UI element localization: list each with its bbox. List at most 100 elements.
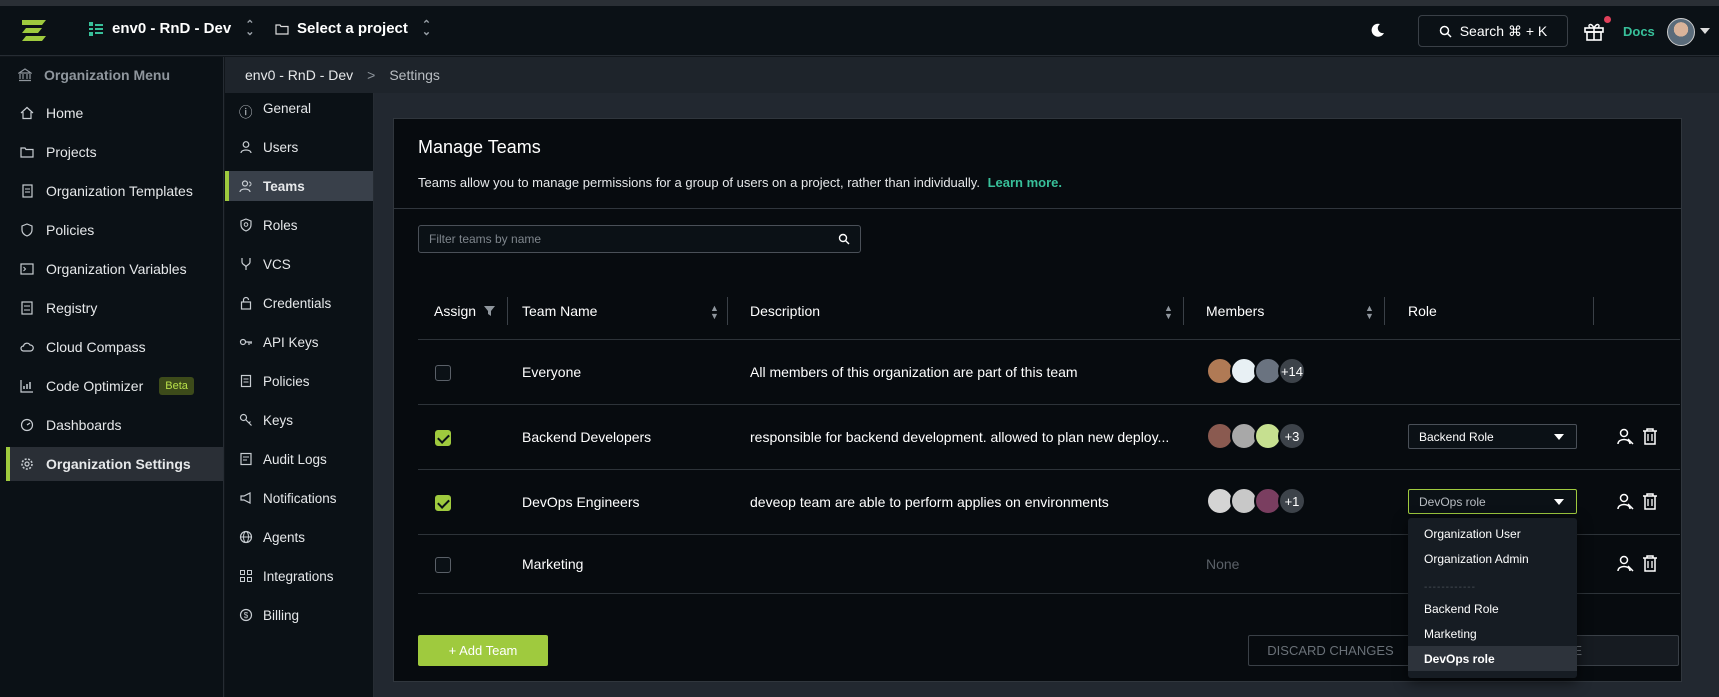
column-header-role: Role: [1408, 303, 1437, 319]
filter-funnel-icon[interactable]: [484, 306, 496, 316]
organization-sidebar: Organization Menu Home Projects Organiza…: [0, 57, 224, 697]
member-avatars[interactable]: +14: [1206, 357, 1306, 385]
filter-placeholder: Filter teams by name: [429, 232, 542, 246]
audit-icon: [240, 452, 252, 466]
settings-item-general[interactable]: ⓘ General: [225, 93, 373, 123]
role-option-organization-user[interactable]: Organization User: [1408, 521, 1577, 546]
column-header-team-name[interactable]: Team Name: [522, 303, 597, 319]
search-label: Search ⌘ + K: [1459, 22, 1548, 39]
project-selector[interactable]: Select a project ⌃ ⌄: [275, 18, 432, 38]
chart-icon: [20, 380, 33, 393]
settings-item-audit-logs[interactable]: Audit Logs: [225, 444, 373, 474]
settings-item-policies[interactable]: Policies: [225, 366, 373, 396]
settings-item-vcs[interactable]: VCS: [225, 249, 373, 279]
learn-more-link[interactable]: Learn more.: [988, 175, 1062, 190]
role-option-organization-admin[interactable]: Organization Admin: [1408, 546, 1577, 571]
manage-members-icon[interactable]: [1616, 492, 1634, 510]
folder-icon: [20, 147, 34, 158]
column-header-members[interactable]: Members: [1206, 303, 1264, 319]
trash-icon[interactable]: [1642, 492, 1658, 510]
member-avatars[interactable]: +1: [1206, 487, 1306, 515]
sort-icon[interactable]: ▲ ▼: [1365, 304, 1374, 321]
sidebar-item-organization-settings[interactable]: Organization Settings: [6, 447, 223, 481]
assign-checkbox[interactable]: [435, 557, 451, 573]
sort-icon[interactable]: ▲ ▼: [710, 304, 719, 321]
gift-icon[interactable]: [1583, 20, 1605, 42]
column-header-description[interactable]: Description: [750, 303, 820, 319]
team-name: Backend Developers: [522, 429, 652, 445]
column-header-assign[interactable]: Assign: [434, 303, 496, 319]
settings-item-billing[interactable]: $ Billing: [225, 600, 373, 630]
user-icon: [240, 141, 252, 154]
notification-dot: [1604, 16, 1611, 23]
team-description: responsible for backend development. all…: [750, 429, 1170, 445]
home-icon: [20, 106, 34, 120]
environment-selector[interactable]: env0 - RnD - Dev ⌃ ⌄: [88, 18, 255, 38]
shield-icon: [21, 223, 33, 237]
manage-members-icon[interactable]: [1616, 427, 1634, 445]
breadcrumb-root[interactable]: env0 - RnD - Dev: [245, 67, 353, 83]
chevron-right-icon: >: [367, 67, 376, 83]
settings-item-keys[interactable]: Keys: [225, 405, 373, 435]
manage-members-icon[interactable]: [1616, 554, 1634, 572]
bank-icon: [18, 68, 32, 82]
sidebar-item-registry[interactable]: Registry: [6, 291, 223, 325]
page-description: Teams allow you to manage permissions fo…: [418, 175, 1062, 190]
settings-item-roles[interactable]: Roles: [225, 210, 373, 240]
settings-item-api-keys[interactable]: API Keys: [225, 327, 373, 357]
sidebar-item-policies[interactable]: Policies: [6, 213, 223, 247]
trash-icon[interactable]: [1642, 554, 1658, 572]
sidebar-item-code-optimizer[interactable]: Code Optimizer Beta: [6, 369, 223, 403]
role-option-marketing[interactable]: Marketing: [1408, 621, 1577, 646]
settings-item-users[interactable]: Users: [225, 132, 373, 162]
team-icon: [239, 180, 252, 193]
search-button[interactable]: Search ⌘ + K: [1418, 15, 1568, 47]
trash-icon[interactable]: [1642, 427, 1658, 445]
megaphone-icon: [240, 492, 251, 504]
role-option-backend-role[interactable]: Backend Role: [1408, 596, 1577, 621]
role-select[interactable]: DevOps role: [1408, 489, 1577, 514]
user-avatar[interactable]: [1667, 18, 1695, 46]
sidebar-item-home[interactable]: Home: [6, 96, 223, 130]
team-description: All members of this organization are par…: [750, 364, 1078, 380]
add-team-button[interactable]: + Add Team: [418, 635, 548, 666]
sidebar-item-cloud-compass[interactable]: Cloud Compass: [6, 330, 223, 364]
updown-chevron-icon: ⌃ ⌄: [245, 18, 255, 38]
api-key-icon: [239, 338, 252, 346]
sidebar-item-organization-variables[interactable]: Organization Variables: [6, 252, 223, 286]
svg-text:$: $: [244, 611, 249, 620]
template-icon: [22, 184, 33, 198]
sort-icon[interactable]: ▲ ▼: [1164, 304, 1173, 321]
settings-item-notifications[interactable]: Notifications: [225, 483, 373, 513]
role-select[interactable]: Backend Role: [1408, 424, 1577, 449]
sidebar-item-dashboards[interactable]: Dashboards: [6, 408, 223, 442]
key-icon: [239, 413, 252, 426]
column-separator: [1384, 297, 1385, 325]
team-name: Marketing: [522, 556, 584, 572]
member-avatars[interactable]: +3: [1206, 422, 1306, 450]
sidebar-item-organization-templates[interactable]: Organization Templates: [6, 174, 223, 208]
globe-icon: [239, 530, 253, 544]
sidebar-title: Organization Menu: [18, 67, 170, 83]
settings-item-integrations[interactable]: Integrations: [225, 561, 373, 591]
breadcrumb: env0 - RnD - Dev > Settings: [225, 57, 1719, 93]
assign-checkbox[interactable]: [435, 365, 451, 381]
sidebar-item-projects[interactable]: Projects: [6, 135, 223, 169]
role-option-devops-role[interactable]: DevOps role: [1408, 646, 1577, 671]
row-divider: [418, 404, 1680, 405]
row-divider: [418, 339, 1680, 340]
more-members-count: +14: [1278, 357, 1306, 385]
discard-changes-button[interactable]: DISCARD CHANGES: [1248, 635, 1413, 666]
assign-checkbox[interactable]: [435, 495, 451, 511]
assign-checkbox[interactable]: [435, 430, 451, 446]
settings-item-teams[interactable]: Teams: [225, 171, 373, 201]
settings-item-agents[interactable]: Agents: [225, 522, 373, 552]
docs-link[interactable]: Docs: [1623, 24, 1655, 39]
updown-chevron-icon: ⌃ ⌄: [421, 18, 432, 38]
env0-logo-icon[interactable]: [20, 18, 48, 42]
role-dropdown-menu: Organization User Organization Admin ---…: [1408, 518, 1577, 678]
moon-icon[interactable]: [1370, 22, 1386, 38]
filter-teams-input[interactable]: Filter teams by name: [418, 225, 861, 253]
caret-down-icon[interactable]: [1700, 28, 1710, 34]
settings-item-credentials[interactable]: Credentials: [225, 288, 373, 318]
